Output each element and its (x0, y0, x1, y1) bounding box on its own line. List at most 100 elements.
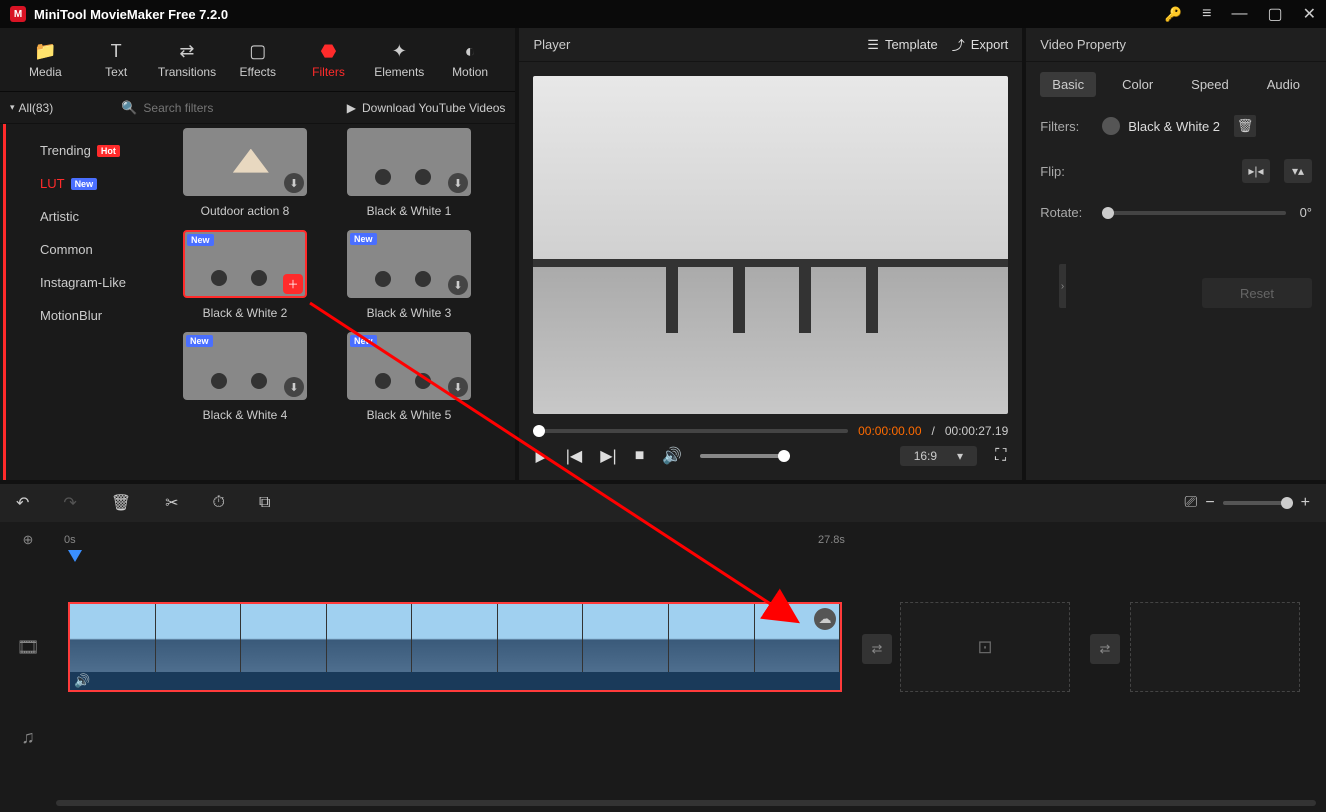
seek-thumb[interactable] (533, 425, 545, 437)
rotate-thumb[interactable] (1102, 207, 1114, 219)
timeline-ruler[interactable]: 0s 27.8s (0, 522, 1326, 558)
cloud-icon (1102, 117, 1120, 135)
download-icon[interactable]: ⬇ (284, 377, 304, 397)
video-clip[interactable]: ☁ 🔊 (68, 602, 842, 692)
filters-label: Filters: (1040, 119, 1088, 134)
volume-thumb[interactable] (778, 450, 790, 462)
download-icon[interactable]: ⬇ (448, 377, 468, 397)
timeline-scrollbar[interactable] (56, 800, 1316, 806)
titlebar: M MiniTool MovieMaker Free 7.2.0 🔑 ≡ — ▢… (0, 0, 1326, 28)
zoom-thumb[interactable] (1281, 497, 1293, 509)
new-badge: New (350, 233, 377, 245)
category-trending[interactable]: TrendingHot (6, 134, 153, 167)
export-button[interactable]: ⤴Export (952, 35, 1009, 54)
stop-button[interactable]: ■ (635, 447, 645, 465)
rotate-value: 0° (1300, 205, 1312, 220)
tab-effects[interactable]: ▢Effects (222, 34, 293, 85)
download-icon[interactable]: ⬇ (448, 173, 468, 193)
filter-bw-3[interactable]: New⬇ Black & White 3 (347, 230, 471, 320)
minimize-button[interactable]: — (1231, 5, 1247, 23)
crop-button[interactable]: ⧉ (259, 494, 270, 512)
collapse-panel-handle[interactable]: › (1059, 264, 1066, 308)
trash-icon: 🗑 (1237, 118, 1254, 134)
seek-track[interactable] (533, 429, 848, 433)
tab-transitions[interactable]: ⇄Transitions (152, 34, 223, 85)
category-instagram[interactable]: Instagram-Like (6, 266, 153, 299)
volume-icon[interactable]: 🔊 (662, 446, 682, 466)
download-icon[interactable]: ⬇ (448, 275, 468, 295)
add-icon[interactable]: ＋ (283, 274, 303, 294)
download-youtube-link[interactable]: ▶ Download YouTube Videos (347, 101, 506, 115)
tab-text[interactable]: TText (81, 34, 152, 85)
timeline-tracks[interactable]: ☁ 🔊 ⇄ ⊡ ⇄ (56, 558, 1326, 782)
library-toolbar: 📁Media TText ⇄Transitions ▢Effects ⬣Filt… (0, 28, 515, 92)
maximize-button[interactable]: ▢ (1267, 4, 1282, 24)
player-header: Player ☰Template ⤴Export (519, 28, 1022, 62)
category-motionblur[interactable]: MotionBlur (6, 299, 153, 332)
chevron-down-icon: ▾ (957, 449, 963, 463)
tab-audio[interactable]: Audio (1255, 72, 1312, 97)
player-controls: ▶ |◀ ▶| ■ 🔊 16:9▾ ⛶ (533, 446, 1008, 466)
rotate-slider[interactable] (1102, 211, 1285, 215)
close-button[interactable]: ✕ (1303, 4, 1316, 24)
filter-outdoor-action-8[interactable]: ⬇ Outdoor action 8 (183, 128, 307, 218)
time-current: 00:00:00.00 (858, 424, 921, 438)
new-badge: New (71, 178, 98, 190)
delete-button[interactable]: 🗑 (111, 493, 131, 513)
category-common[interactable]: Common (6, 233, 153, 266)
search-input[interactable] (143, 101, 263, 115)
tab-basic[interactable]: Basic (1040, 72, 1096, 97)
category-list: TrendingHot LUTNew Artistic Common Insta… (3, 124, 153, 480)
flip-vertical-button[interactable]: ▾▴ (1284, 159, 1312, 183)
flip-horizontal-button[interactable]: ▸|◂ (1242, 159, 1270, 183)
audio-waveform: 🔊 (70, 672, 840, 690)
video-preview[interactable] (533, 76, 1008, 414)
rotate-label: Rotate: (1040, 205, 1088, 220)
zoom-out-button[interactable]: − (1205, 494, 1214, 512)
undo-button[interactable]: ↶ (16, 493, 29, 513)
menu-icon[interactable]: ≡ (1202, 5, 1211, 23)
category-artistic[interactable]: Artistic (6, 200, 153, 233)
fullscreen-button[interactable]: ⛶ (995, 447, 1006, 465)
reset-button[interactable]: Reset (1202, 278, 1312, 308)
tab-elements[interactable]: ✦Elements (364, 34, 435, 85)
volume-slider[interactable] (700, 454, 790, 458)
template-button[interactable]: ☰Template (867, 37, 937, 53)
tab-motion[interactable]: ◐Motion (435, 34, 506, 85)
seekbar: 00:00:00.00 / 00:00:27.19 (533, 424, 1008, 438)
split-button[interactable]: ✂ (165, 493, 178, 513)
timeline-zoom: ⎚ − + (1185, 494, 1311, 512)
aspect-ratio-dropdown[interactable]: 16:9▾ (900, 446, 977, 466)
download-icon[interactable]: ⬇ (284, 173, 304, 193)
key-icon[interactable]: 🔑 (1165, 6, 1182, 23)
zoom-slider[interactable] (1223, 501, 1293, 505)
zoom-in-button[interactable]: + (1301, 494, 1310, 512)
delete-filter-button[interactable]: 🗑 (1234, 115, 1256, 137)
filter-all-dropdown[interactable]: All(83) (10, 101, 53, 115)
filter-bw-4[interactable]: New⬇ Black & White 4 (183, 332, 307, 422)
library-subbar: All(83) 🔍 ▶ Download YouTube Videos (0, 92, 515, 124)
play-button[interactable]: ▶ (535, 446, 547, 466)
category-lut[interactable]: LUTNew (6, 167, 153, 200)
time-separator: / (932, 424, 935, 438)
app-title: MiniTool MovieMaker Free 7.2.0 (34, 7, 1165, 22)
tab-color[interactable]: Color (1110, 72, 1165, 97)
tab-speed[interactable]: Speed (1179, 72, 1241, 97)
empty-media-slot-1[interactable]: ⊡ (900, 602, 1070, 692)
filter-bw-1[interactable]: ⬇ Black & White 1 (347, 128, 471, 218)
transition-slot-1[interactable]: ⇄ (862, 634, 892, 664)
property-panel: Video Property Basic Color Speed Audio F… (1026, 28, 1326, 480)
fit-icon[interactable]: ⎚ (1185, 494, 1198, 512)
search-filters[interactable]: 🔍 (121, 100, 335, 116)
filter-bw-5[interactable]: New⬇ Black & White 5 (347, 332, 471, 422)
filter-bw-2[interactable]: New＋ Black & White 2 (183, 230, 307, 320)
tab-media[interactable]: 📁Media (10, 34, 81, 85)
speed-button[interactable]: ⏱ (213, 494, 225, 512)
transition-slot-2[interactable]: ⇄ (1090, 634, 1120, 664)
property-title: Video Property (1026, 28, 1326, 62)
tab-filters[interactable]: ⬣Filters (293, 34, 364, 85)
empty-media-slot-2[interactable] (1130, 602, 1300, 692)
next-frame-button[interactable]: ▶| (600, 446, 616, 466)
redo-button[interactable]: ↷ (63, 493, 76, 513)
prev-frame-button[interactable]: |◀ (566, 446, 582, 466)
